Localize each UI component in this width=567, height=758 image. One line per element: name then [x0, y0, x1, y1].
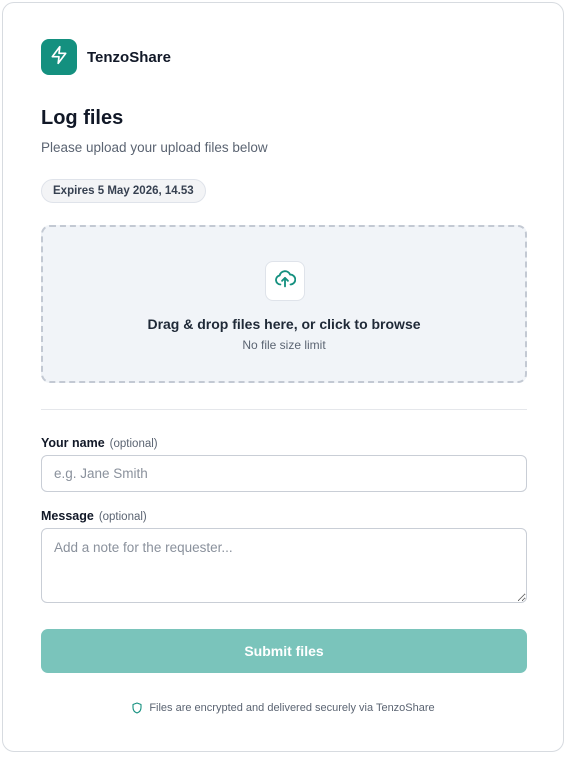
security-note: Files are encrypted and delivered secure…: [3, 702, 563, 714]
message-label: Message (optional): [41, 509, 147, 523]
brand-name: TenzoShare: [87, 48, 171, 66]
page-subtitle: Please upload your upload files below: [41, 140, 268, 155]
upload-icon-box: [265, 261, 305, 301]
brand-header: TenzoShare: [41, 39, 171, 75]
cloud-upload-icon: [274, 268, 297, 295]
message-textarea[interactable]: [41, 528, 527, 603]
file-dropzone[interactable]: Drag & drop files here, or click to brow…: [41, 225, 527, 383]
page-title: Log files: [41, 107, 124, 129]
security-note-text: Files are encrypted and delivered secure…: [149, 702, 435, 714]
brand-logo: [41, 39, 77, 75]
upload-card: TenzoShare Log files Please upload your …: [2, 2, 564, 752]
name-label-text: Your name: [41, 436, 105, 450]
divider: [41, 409, 527, 410]
expiry-badge: Expires 5 May 2026, 14.53: [41, 179, 206, 203]
dropzone-title: Drag & drop files here, or click to brow…: [147, 316, 421, 332]
dropzone-subtitle: No file size limit: [242, 338, 326, 352]
message-label-text: Message: [41, 509, 94, 523]
name-optional-hint: (optional): [109, 438, 158, 450]
name-label: Your name (optional): [41, 436, 158, 450]
lightning-bolt-icon: [49, 45, 69, 70]
submit-button[interactable]: Submit files: [41, 629, 527, 673]
shield-icon: [131, 702, 143, 714]
name-input[interactable]: [41, 455, 527, 492]
message-optional-hint: (optional): [98, 511, 147, 523]
